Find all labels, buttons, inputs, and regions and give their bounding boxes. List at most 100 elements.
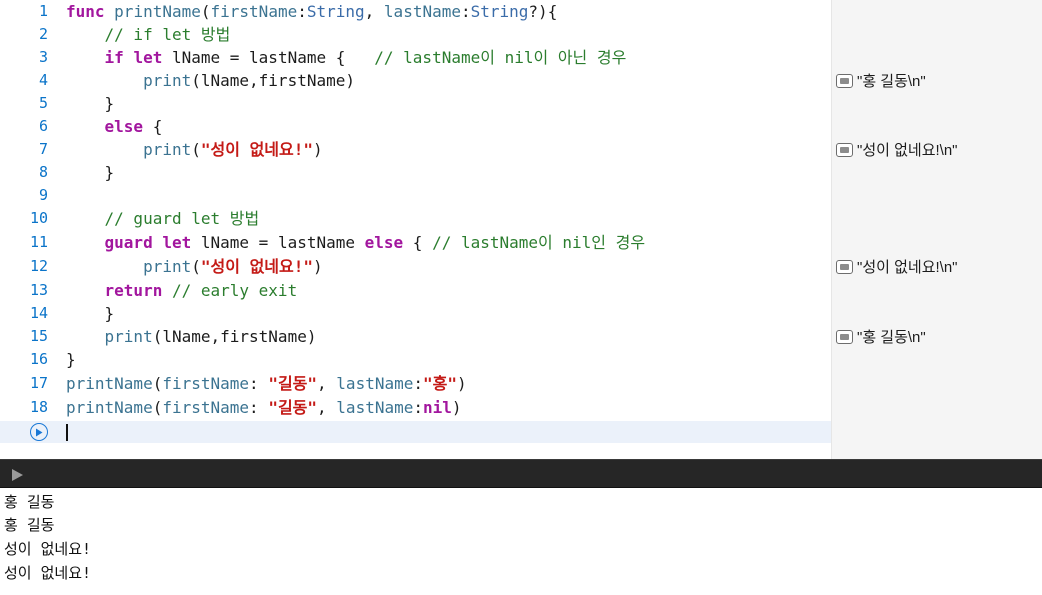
code-line: 12 print("성이 없네요!") — [0, 255, 831, 278]
line-number: 12 — [29, 257, 48, 275]
plain-token: lName = lastName — [191, 233, 365, 252]
punct-token: ( — [152, 398, 163, 417]
param-token: firstName — [210, 2, 298, 21]
console-line: 성이 없네요! — [4, 564, 92, 582]
code-editor[interactable]: 1 func printName(firstName:String, lastN… — [0, 0, 831, 459]
console-line: 홍 길동 — [4, 516, 55, 534]
code-text: printName(firstName: "길동", lastName:nil) — [66, 396, 462, 419]
code-line: 6 else { — [0, 115, 831, 138]
function-call-token: print — [143, 140, 192, 159]
function-call-token: printName — [66, 398, 153, 417]
console-line: 홍 길동 — [4, 493, 55, 511]
code-line: 9 — [0, 184, 831, 207]
line-number: 11 — [29, 233, 48, 251]
result-value: "홍 길동\n" — [857, 329, 926, 346]
code-text: } — [66, 94, 115, 113]
code-text: print("성이 없네요!") — [66, 138, 323, 161]
function-call-token: print — [104, 327, 153, 346]
punct-token: ( — [200, 2, 211, 21]
code-line: 3 if let lName = lastName { // lastName이… — [0, 46, 831, 69]
string-token: "길동" — [268, 374, 318, 393]
param-token: lastName — [336, 398, 414, 417]
code-line: 11 guard let lName = lastName else { // … — [0, 231, 831, 254]
punct-token: : — [460, 2, 471, 21]
comment-token: // early exit — [171, 281, 298, 300]
indent-token — [66, 257, 143, 276]
function-call-token: print — [143, 257, 192, 276]
string-token: "성이 없네요!" — [200, 257, 314, 276]
string-token: "길동" — [268, 398, 318, 417]
code-text: printName(firstName: "길동", lastName:"홍") — [66, 372, 467, 395]
line-number: 16 — [29, 350, 48, 368]
code-text: guard let lName = lastName else { // las… — [66, 231, 646, 254]
quick-look-icon[interactable] — [836, 259, 853, 274]
code-line: 5 } — [0, 92, 831, 115]
function-call-token: print — [143, 71, 192, 90]
indent-token — [66, 140, 143, 159]
code-text: print(lName,firstName) — [66, 325, 317, 348]
param-token: firstName — [162, 398, 250, 417]
text-cursor — [66, 424, 68, 441]
code-line: 18 printName(firstName: "길동", lastName:n… — [0, 396, 831, 419]
param-token: lastName — [383, 2, 461, 21]
keyword-token: else — [364, 233, 404, 252]
punct-token: : — [413, 374, 423, 393]
nil-token: nil — [423, 398, 452, 417]
comment-token: // if let 방법 — [66, 25, 231, 44]
code-line: 14 } — [0, 302, 831, 325]
punct-token: , — [364, 2, 384, 21]
line-number: 7 — [38, 140, 48, 158]
type-token: String — [306, 2, 365, 21]
code-line: 2 // if let 방법 — [0, 23, 831, 46]
indent-token — [66, 327, 105, 346]
quick-look-icon[interactable] — [836, 329, 853, 344]
punct-token: : — [249, 374, 269, 393]
punct-token: ) — [451, 398, 462, 417]
line-number: 10 — [29, 209, 48, 227]
indent-token — [66, 48, 105, 67]
punct-token: ( — [152, 374, 163, 393]
keyword-token: else — [104, 117, 144, 136]
plain-token: { — [143, 117, 163, 136]
console-output[interactable]: 홍 길동 홍 길동 성이 없네요! 성이 없네요! — [0, 488, 1042, 595]
quick-look-icon[interactable] — [836, 142, 853, 157]
keyword-token: guard — [104, 233, 153, 252]
result-value: "성이 없네요!\n" — [857, 259, 958, 276]
comment-token: // guard let 방법 — [66, 209, 260, 228]
line-number: 2 — [38, 25, 48, 43]
punct-token: ( — [191, 140, 201, 159]
line-number: 8 — [38, 163, 48, 181]
keyword-token: func — [66, 2, 105, 21]
result-value: "홍 길동\n" — [857, 73, 926, 90]
indent-token — [66, 233, 105, 252]
code-text: print(lName,firstName) — [66, 69, 355, 92]
indent-token — [66, 281, 105, 300]
comment-token: // lastName이 nil인 경우 — [432, 233, 646, 252]
code-text: else { — [66, 115, 163, 138]
play-circle-icon[interactable] — [30, 423, 48, 441]
play-triangle-icon[interactable] — [10, 467, 24, 481]
result-item[interactable]: "성이 없네요!\n" — [836, 138, 958, 161]
result-value: "성이 없네요!\n" — [857, 142, 958, 159]
result-item[interactable]: "홍 길동\n" — [836, 325, 926, 348]
punct-token: ?){ — [528, 2, 558, 21]
line-number: 4 — [38, 71, 48, 89]
debug-area-bar — [0, 459, 1042, 488]
code-line: 10 // guard let 방법 — [0, 207, 831, 230]
keyword-token: let — [162, 233, 192, 252]
line-number: 6 — [38, 117, 48, 135]
comment-token: // lastName이 nil이 아닌 경우 — [374, 48, 627, 67]
indent-token — [66, 117, 105, 136]
code-line: 4 print(lName,firstName) — [0, 69, 831, 92]
result-item[interactable]: "홍 길동\n" — [836, 69, 926, 92]
current-line-highlight — [0, 421, 831, 443]
code-line: 7 print("성이 없네요!") — [0, 138, 831, 161]
result-item[interactable]: "성이 없네요!\n" — [836, 255, 958, 278]
plain-token: { — [403, 233, 433, 252]
param-token: firstName — [162, 374, 250, 393]
quick-look-icon[interactable] — [836, 73, 853, 88]
punct-token: : — [297, 2, 307, 21]
indent-token — [66, 71, 143, 90]
